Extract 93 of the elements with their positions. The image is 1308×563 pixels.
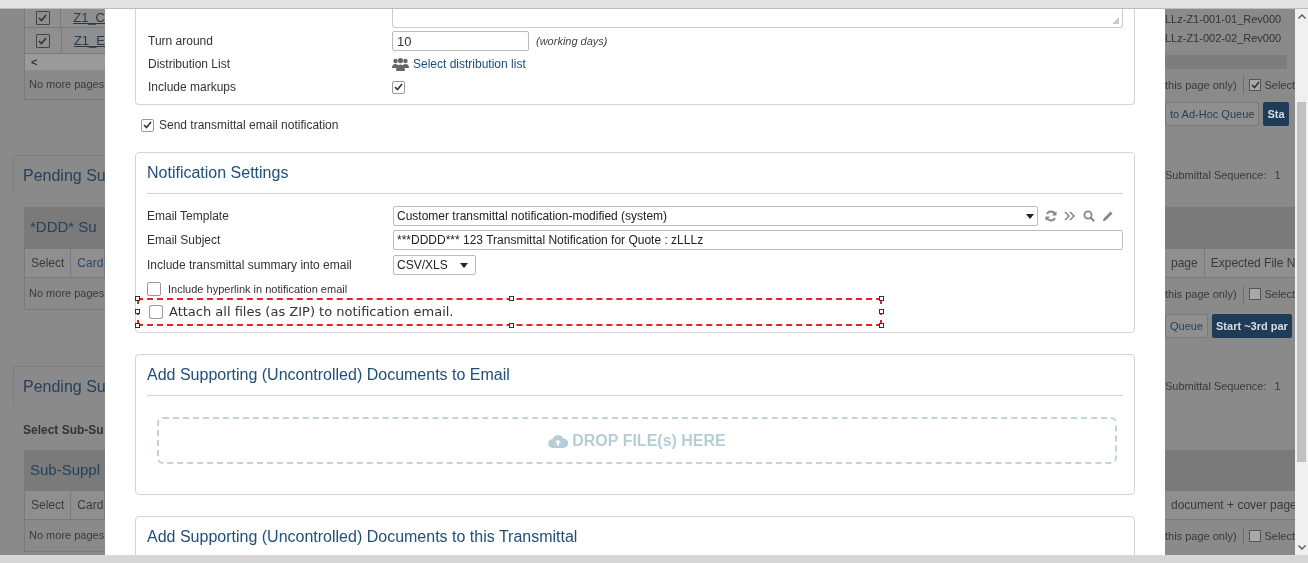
section-label: Select Sub-Su	[23, 422, 104, 439]
action-button[interactable]: Sta	[1263, 102, 1289, 126]
checkbox[interactable]	[392, 80, 405, 94]
checkbox-label: Attach all files (as ZIP) to notification email.	[169, 303, 454, 322]
comments-field[interactable]	[392, 9, 1123, 28]
file-name: LLz-Z1-002-02_Rev000	[1165, 31, 1282, 46]
column-header[interactable]: Expected File N	[1204, 249, 1295, 277]
action-button[interactable]: Start ~3rd par	[1212, 314, 1292, 338]
select-all-label: Select	[1264, 77, 1295, 93]
resize-handle[interactable]	[135, 323, 140, 328]
select-all-label: Select	[1264, 528, 1295, 544]
horizontal-scrollbar[interactable]	[0, 555, 1308, 563]
pencil-icon[interactable]	[1102, 210, 1114, 222]
checkbox[interactable]	[1249, 530, 1262, 542]
section-heading: Pending Su	[23, 165, 105, 186]
table-scrollbar[interactable]: <	[24, 54, 105, 70]
table-title: *DDD* Su	[30, 217, 97, 238]
column-header[interactable]: Select	[25, 491, 72, 519]
checkbox[interactable]	[147, 282, 161, 296]
pager-text: No more pages	[29, 286, 105, 302]
caret-icon	[460, 262, 468, 268]
field-label: Turn around	[148, 33, 214, 50]
field-label: Include transmittal summary into email	[147, 257, 353, 274]
scrollbar-track[interactable]	[1165, 55, 1287, 69]
sequence-value: 1	[1274, 378, 1281, 394]
resize-grip-icon	[1113, 18, 1119, 24]
resize-handle[interactable]	[509, 296, 514, 301]
checkbox[interactable]	[149, 305, 163, 319]
file-link[interactable]: Z1_C	[73, 9, 105, 28]
resize-handle[interactable]	[879, 323, 884, 328]
scroll-left-arrow[interactable]: <	[31, 54, 38, 70]
resize-handle[interactable]	[879, 296, 884, 301]
section-heading: Pending Su	[23, 376, 105, 397]
checkbox[interactable]	[1249, 79, 1262, 91]
column-header[interactable]: Card	[71, 491, 105, 519]
field-label: Distribution List	[148, 56, 232, 73]
field-label: Email Subject	[147, 232, 222, 249]
field-label: Include markups	[148, 79, 238, 96]
pager-text: No more pages	[29, 528, 105, 544]
checkbox[interactable]	[35, 11, 50, 25]
column-header[interactable]: Card	[71, 249, 105, 277]
action-button[interactable]: to Ad-Hoc Queue	[1165, 102, 1260, 126]
checkmark-icon	[1250, 81, 1260, 89]
table-row[interactable]: Z1_E	[24, 28, 105, 54]
sequence-label: Submittal Sequence:	[1165, 167, 1267, 183]
scrollbar-thumb[interactable]	[1297, 102, 1306, 462]
resize-handle[interactable]	[509, 323, 514, 328]
cloud-upload-icon	[548, 433, 569, 448]
summary-dropdown[interactable]: CSV/XLS	[393, 255, 476, 275]
refresh-icon[interactable]	[1045, 210, 1057, 222]
select-page-text: this page only)	[1165, 286, 1237, 302]
drop-zone-text: DROP FILE(s) HERE	[572, 430, 726, 451]
file-name: LLz-Z1-001-01_Rev000	[1165, 12, 1282, 27]
caret-icon	[1026, 213, 1034, 219]
checkmark-icon	[38, 14, 48, 22]
checkmark-icon	[38, 36, 48, 45]
sequence-label: Submittal Sequence:	[1165, 378, 1267, 394]
section-title: Notification Settings	[147, 163, 290, 183]
scroll-down-icon[interactable]	[1297, 545, 1306, 550]
selection-frame[interactable]: Attach all files (as ZIP) to notification email.	[137, 298, 882, 326]
table-title: Sub-Suppl	[30, 459, 101, 480]
select-all-label: Select	[1264, 286, 1295, 302]
field-label: Email Template	[147, 208, 230, 225]
scroll-up-icon[interactable]	[1297, 14, 1306, 19]
select-page-text: this page only)	[1165, 528, 1237, 544]
checkbox[interactable]	[1249, 288, 1262, 300]
checkbox-label: Include hyperlink in notification email	[168, 281, 348, 297]
resize-handle[interactable]	[135, 296, 140, 301]
section-title: Add Supporting (Uncontrolled) Documents to Email	[147, 365, 511, 385]
double-chevron-icon[interactable]	[1064, 211, 1076, 221]
template-dropdown[interactable]: Customer transmittal notification-modified (system)	[393, 206, 1038, 226]
file-link[interactable]: Z1_E	[73, 30, 105, 51]
table-row[interactable]: Z1_C	[24, 9, 105, 28]
section-title: Add Supporting (Uncontrolled) Documents to this Transmittal	[147, 527, 579, 547]
distribution-link[interactable]: Select distribution list	[413, 55, 526, 73]
resize-handle[interactable]	[135, 309, 140, 314]
users-icon	[392, 57, 409, 71]
resize-handle[interactable]	[879, 309, 884, 314]
checkbox[interactable]	[141, 118, 154, 132]
subject-field[interactable]: ***DDDD*** 123 Transmittal Notification for Quote : zLLLz	[393, 230, 1123, 250]
action-button[interactable]: Queue	[1165, 314, 1209, 338]
hint-text: (working days)	[536, 33, 608, 49]
sequence-value: 1	[1274, 167, 1281, 183]
checkmark-icon	[143, 121, 152, 129]
search-icon[interactable]	[1083, 210, 1095, 222]
checkbox-label: Send transmittal email notification	[159, 117, 339, 134]
select-page-text: this page only)	[1165, 77, 1237, 93]
checkbox[interactable]	[35, 33, 50, 48]
checkmark-icon	[394, 83, 403, 91]
turn-around-field[interactable]: 10	[392, 31, 529, 51]
pager-text: No more pages	[29, 77, 105, 93]
column-header[interactable]: Select	[25, 249, 72, 277]
vertical-scrollbar[interactable]	[1295, 9, 1308, 555]
